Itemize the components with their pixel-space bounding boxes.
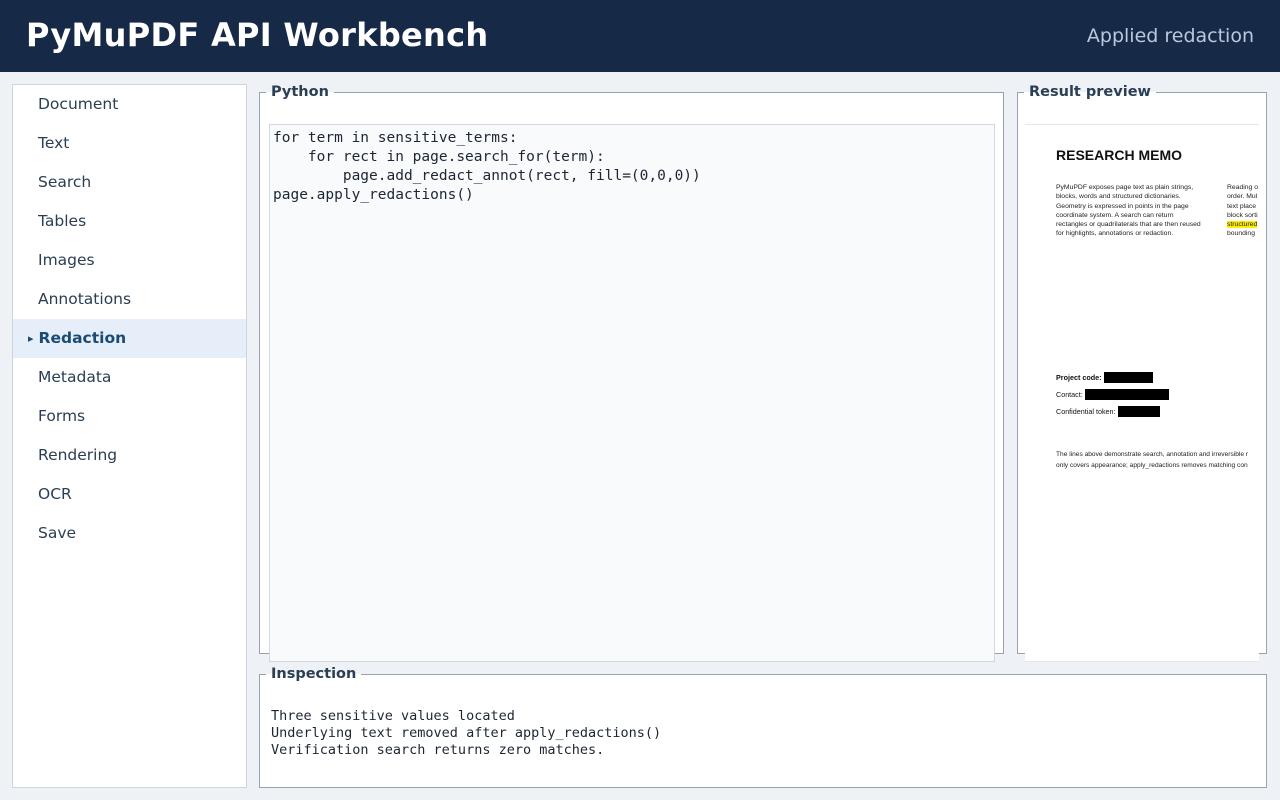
sidebar-item-rendering[interactable]: Rendering bbox=[13, 436, 246, 475]
inspection-line: Verification search returns zero matches… bbox=[271, 742, 605, 758]
inspection-panel: Inspection Three sensitive values locate… bbox=[259, 666, 1267, 788]
doc-line: blocks, words and structured dictionarie… bbox=[1056, 193, 1181, 201]
field-confidential-token: Confidential token: bbox=[1056, 406, 1160, 417]
sidebar-item-redaction[interactable]: ▸ Redaction bbox=[13, 319, 246, 358]
sidebar-item-metadata[interactable]: Metadata bbox=[13, 358, 246, 397]
inspection-line: Underlying text removed after apply_reda… bbox=[271, 725, 662, 741]
sidebar-item-label: Rendering bbox=[38, 446, 118, 464]
redaction-box bbox=[1117, 406, 1160, 417]
sidebar-item-search[interactable]: Search bbox=[13, 163, 246, 202]
field-contact: Contact: bbox=[1056, 389, 1169, 400]
sidebar-item-text[interactable]: Text bbox=[13, 124, 246, 163]
app-header: PyMuPDF API Workbench Applied redaction bbox=[0, 0, 1280, 72]
sidebar-item-forms[interactable]: Forms bbox=[13, 397, 246, 436]
inspection-output: Three sensitive values located Underlying… bbox=[271, 708, 661, 759]
redaction-box bbox=[1103, 372, 1153, 383]
doc-line: text place bbox=[1227, 202, 1257, 210]
doc-line: Geometry is expressed in points in the p… bbox=[1056, 202, 1189, 210]
sidebar-item-save[interactable]: Save bbox=[13, 514, 246, 553]
result-preview-legend: Result preview bbox=[1029, 84, 1151, 100]
app-title: PyMuPDF API Workbench bbox=[26, 16, 489, 54]
doc-line: PyMuPDF exposes page text as plain strin… bbox=[1056, 184, 1194, 191]
doc-column-right: Reading o order. Mul text place block so… bbox=[1227, 183, 1258, 239]
doc-footer: The lines above demonstrate search, anno… bbox=[1056, 450, 1248, 472]
sidebar-item-label: Metadata bbox=[38, 368, 112, 386]
field-project-code: Project code: bbox=[1056, 372, 1153, 383]
sidebar-item-annotations[interactable]: Annotations bbox=[13, 280, 246, 319]
doc-line: rectangles or quadrilaterals that are th… bbox=[1056, 221, 1201, 229]
doc-line: block sorti bbox=[1227, 211, 1258, 219]
search-highlight: structured bbox=[1227, 221, 1258, 229]
sidebar-item-label: Document bbox=[38, 95, 119, 113]
sidebar-item-label: Forms bbox=[38, 407, 86, 425]
status-text: Applied redaction bbox=[1086, 25, 1254, 47]
sidebar-item-label: Text bbox=[38, 134, 70, 152]
field-label: Confidential token: bbox=[1056, 407, 1116, 416]
redaction-box bbox=[1084, 389, 1169, 400]
inspection-line: Three sensitive values located bbox=[271, 708, 515, 724]
field-label: Project code: bbox=[1056, 373, 1102, 382]
doc-line: only covers appearance; apply_redactions… bbox=[1056, 461, 1248, 469]
pdf-page-preview: RESEARCH MEMO PyMuPDF exposes page text … bbox=[1025, 124, 1259, 662]
sidebar-item-label: Redaction bbox=[38, 329, 127, 347]
active-arrow-icon: ▸ bbox=[28, 332, 34, 345]
doc-column-left: PyMuPDF exposes page text as plain strin… bbox=[1056, 183, 1201, 239]
sidebar-nav: Document Text Search Tables Images Annot… bbox=[12, 84, 247, 788]
python-code-editor[interactable]: for term in sensitive_terms: for rect in… bbox=[269, 124, 995, 662]
sidebar-item-label: Search bbox=[38, 173, 92, 191]
sidebar-item-ocr[interactable]: OCR bbox=[13, 475, 246, 514]
field-label: Contact: bbox=[1056, 390, 1083, 399]
sidebar-item-label: Tables bbox=[38, 212, 87, 230]
doc-line-highlighted: structured bbox=[1227, 220, 1258, 229]
sidebar-item-label: Annotations bbox=[38, 290, 132, 308]
sidebar-item-label: Images bbox=[38, 251, 95, 269]
doc-line: coordinate system. A search can return bbox=[1056, 211, 1174, 219]
inspection-legend: Inspection bbox=[271, 666, 357, 682]
sidebar-item-images[interactable]: Images bbox=[13, 241, 246, 280]
sidebar-item-document[interactable]: Document bbox=[13, 85, 246, 124]
doc-line: bounding bbox=[1227, 230, 1255, 238]
doc-line: for highlights, annotations or redaction… bbox=[1056, 230, 1174, 238]
doc-line: The lines above demonstrate search, anno… bbox=[1056, 451, 1249, 458]
result-preview-panel: Result preview RESEARCH MEMO PyMuPDF exp… bbox=[1017, 84, 1267, 662]
sidebar-item-label: Save bbox=[38, 524, 77, 542]
sidebar-item-tables[interactable]: Tables bbox=[13, 202, 246, 241]
doc-title: RESEARCH MEMO bbox=[1056, 147, 1183, 163]
doc-line: order. Mul bbox=[1227, 193, 1258, 201]
doc-line: Reading o bbox=[1227, 184, 1258, 191]
sidebar-item-label: OCR bbox=[38, 485, 72, 503]
python-panel: Python for term in sensitive_terms: for … bbox=[259, 84, 1004, 662]
python-panel-legend: Python bbox=[271, 84, 329, 100]
